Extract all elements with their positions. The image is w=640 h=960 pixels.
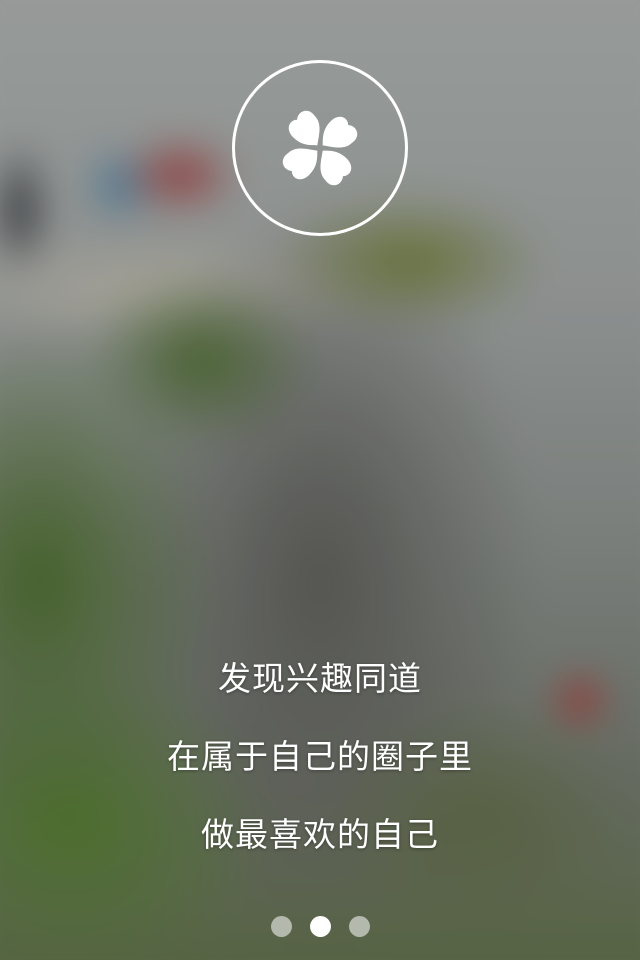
app-logo [232,60,408,236]
page-indicator [0,916,640,937]
four-leaf-clover-icon [282,110,358,186]
tagline-line-2: 在属于自己的圈子里 [167,737,473,776]
onboarding-screen[interactable]: 发现兴趣同道 在属于自己的圈子里 做最喜欢的自己 [0,0,640,960]
page-dot-3[interactable] [348,916,370,937]
tagline-line-1: 发现兴趣同道 [218,659,422,698]
page-dot-2-active[interactable] [309,916,331,937]
page-dot-1[interactable] [270,916,292,937]
tagline-line-3: 做最喜欢的自己 [201,815,439,854]
